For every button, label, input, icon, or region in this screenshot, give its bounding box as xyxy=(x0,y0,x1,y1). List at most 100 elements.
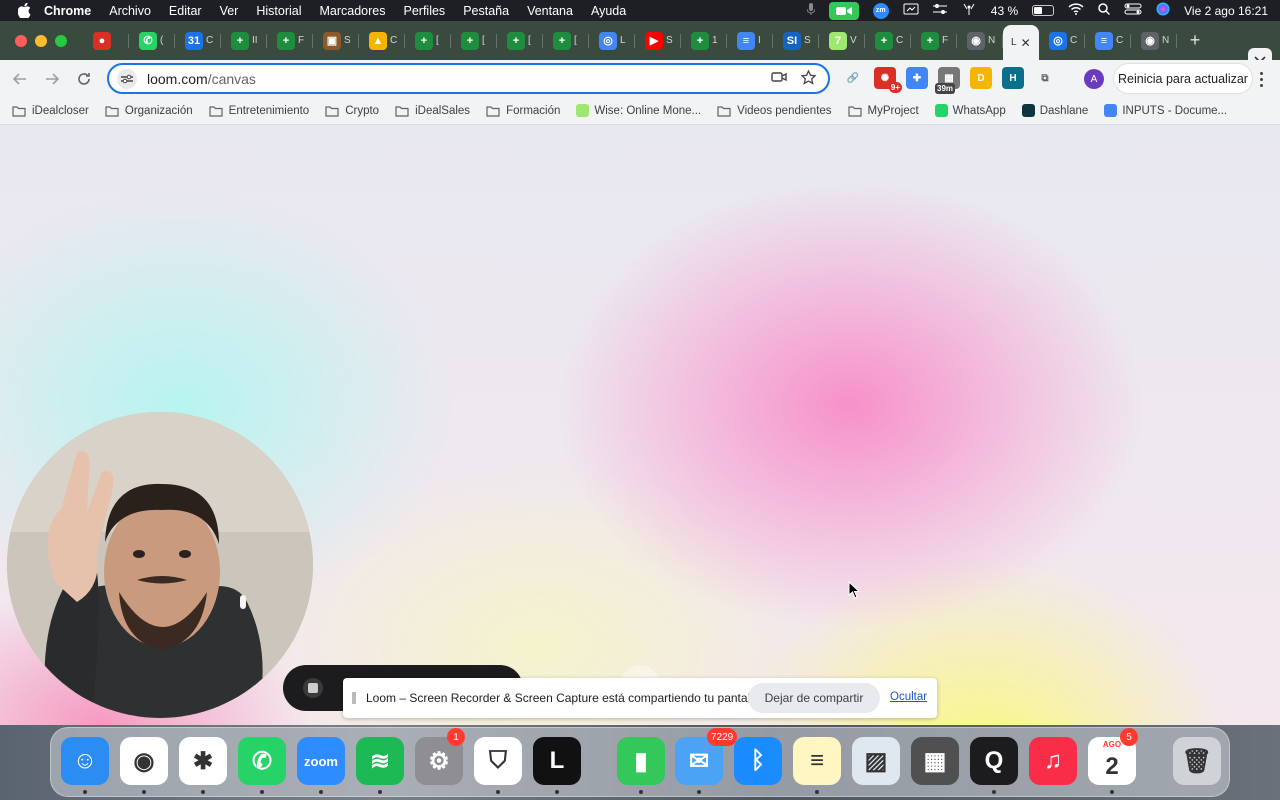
bookmark-3[interactable]: Crypto xyxy=(325,105,379,117)
profile-avatar[interactable]: A xyxy=(1084,69,1104,89)
trash-icon[interactable]: 🗑 xyxy=(1173,737,1221,785)
extension-icon-1[interactable]: ✺ 9+ xyxy=(874,67,902,93)
site-settings-icon[interactable] xyxy=(117,68,137,89)
extension-icon-4[interactable]: D xyxy=(970,67,992,89)
music-icon[interactable]: ♫ xyxy=(1029,737,1077,785)
tab-2[interactable]: 31 C xyxy=(175,27,221,55)
preview-icon[interactable]: ▨ xyxy=(852,737,900,785)
extension-icon-5[interactable]: H xyxy=(1002,67,1024,89)
control-sliders-icon[interactable] xyxy=(932,3,947,18)
minimize-window-button[interactable] xyxy=(35,34,47,47)
zoom-menubar-icon[interactable]: zm xyxy=(872,2,889,19)
chrome-icon[interactable]: ◉ xyxy=(120,737,168,785)
wifi-icon[interactable] xyxy=(1068,3,1084,18)
numbers-icon[interactable]: ▮ xyxy=(617,737,665,785)
calculator-icon[interactable]: ▦ xyxy=(911,737,959,785)
tab-17[interactable]: + C xyxy=(865,27,911,55)
microphone-icon[interactable] xyxy=(806,3,816,18)
tab-8[interactable]: +[ xyxy=(451,27,497,55)
bookmark-5[interactable]: Formación xyxy=(486,105,560,117)
bluetooth-icon[interactable]: ᛒ xyxy=(734,737,782,785)
menu-marcadores[interactable]: Marcadores xyxy=(320,4,386,18)
menu-app-name[interactable]: Chrome xyxy=(44,4,91,18)
tab-0[interactable]: ● xyxy=(83,27,129,55)
tab-22[interactable]: ≡ C xyxy=(1085,27,1131,55)
bookmark-1[interactable]: Organización xyxy=(105,105,193,117)
screen-mirroring-icon[interactable] xyxy=(903,3,919,18)
notes-icon[interactable]: ≡ xyxy=(793,737,841,785)
finder-icon[interactable]: ☺ xyxy=(61,737,109,785)
chrome-menu-icon[interactable] xyxy=(1255,69,1267,89)
menu-pestana[interactable]: Pestaña xyxy=(463,4,509,18)
menu-ayuda[interactable]: Ayuda xyxy=(591,4,626,18)
bookmark-0[interactable]: iDealcloser xyxy=(12,105,89,117)
spotify-icon[interactable]: ≋ xyxy=(356,737,404,785)
bookmark-10[interactable]: Dashlane xyxy=(1021,104,1088,117)
menu-perfiles[interactable]: Perfiles xyxy=(404,4,446,18)
camera-in-use-icon[interactable] xyxy=(771,70,787,90)
quicktime-icon[interactable]: Q xyxy=(970,737,1018,785)
close-window-button[interactable] xyxy=(15,34,27,47)
tab-6[interactable]: ▲ C xyxy=(359,27,405,55)
tab-16[interactable]: 7V xyxy=(819,27,865,55)
control-center-icon[interactable] xyxy=(1124,3,1142,18)
back-button[interactable] xyxy=(8,67,32,91)
menu-archivo[interactable]: Archivo xyxy=(109,4,151,18)
menubar-clock[interactable]: Vie 2 ago 16:21 xyxy=(1184,4,1268,18)
loom-app-icon[interactable]: L xyxy=(533,737,581,785)
hide-notice-link[interactable]: Ocultar xyxy=(890,691,927,703)
drag-handle-icon[interactable] xyxy=(352,692,356,704)
tab-4[interactable]: + F xyxy=(267,27,313,55)
tab-19[interactable]: ◉ N xyxy=(957,27,1003,55)
tab-1[interactable]: ✆( xyxy=(129,27,175,55)
tab-7[interactable]: +[ xyxy=(405,27,451,55)
bookmark-4[interactable]: iDealSales xyxy=(395,105,470,117)
bookmark-8[interactable]: MyProject xyxy=(847,105,919,117)
bookmark-2[interactable]: Entretenimiento xyxy=(209,105,309,117)
tab-10[interactable]: +[ xyxy=(543,27,589,55)
bookmark-star-icon[interactable] xyxy=(800,69,817,90)
bookmark-9[interactable]: WhatsApp xyxy=(934,104,1006,117)
menu-historial[interactable]: Historial xyxy=(256,4,301,18)
zoom-window-button[interactable] xyxy=(55,34,67,47)
tab-active-loom[interactable]: L ✕ xyxy=(1003,25,1039,60)
tab-3[interactable]: + II xyxy=(221,27,267,55)
tab-9[interactable]: +[ xyxy=(497,27,543,55)
tab-21[interactable]: ◎ C xyxy=(1039,27,1085,55)
tab-18[interactable]: + F xyxy=(911,27,957,55)
tab-close-icon[interactable]: ✕ xyxy=(1021,36,1031,50)
tab-12[interactable]: ▶ S xyxy=(635,27,681,55)
whatsapp-icon[interactable]: ✆ xyxy=(238,737,286,785)
wireless-hotspot-icon[interactable] xyxy=(961,3,977,18)
video-camera-in-use-icon[interactable] xyxy=(828,1,859,20)
extension-icon-3[interactable]: ▦ 39m xyxy=(935,67,960,94)
menu-ventana[interactable]: Ventana xyxy=(527,4,573,18)
forward-button[interactable] xyxy=(40,67,64,91)
siri-icon[interactable] xyxy=(1156,2,1170,19)
bookmark-6[interactable]: Wise: Online Mone... xyxy=(576,104,701,117)
tab-11[interactable]: ◎ L xyxy=(589,27,635,55)
security-shield-icon[interactable]: ⛉ xyxy=(474,737,522,785)
apple-menu-icon[interactable] xyxy=(16,3,32,19)
tab-14[interactable]: ≡ I xyxy=(727,27,773,55)
stop-recording-button[interactable] xyxy=(303,678,323,698)
tab-15[interactable]: SI S xyxy=(773,27,819,55)
tab-13[interactable]: +1 xyxy=(681,27,727,55)
bookmark-7[interactable]: Videos pendientes xyxy=(717,105,832,117)
webcam-bubble[interactable] xyxy=(7,412,313,718)
new-tab-button[interactable]: + xyxy=(1183,29,1207,53)
extension-icon-2[interactable]: ✚ xyxy=(906,67,928,89)
address-bar[interactable]: loom.com/canvas xyxy=(107,63,830,94)
stop-sharing-button[interactable]: Dejar de compartir xyxy=(748,683,880,713)
tab-5[interactable]: ▣ S xyxy=(313,27,359,55)
tab-23[interactable]: ◉ N xyxy=(1131,27,1177,55)
spotlight-search-icon[interactable] xyxy=(1098,3,1111,18)
bookmark-11[interactable]: INPUTS - Docume... xyxy=(1104,104,1227,117)
battery-icon[interactable] xyxy=(1032,5,1055,16)
zoom-icon[interactable]: zoom xyxy=(297,737,345,785)
slack-icon[interactable]: ✱ xyxy=(179,737,227,785)
restart-to-update-button[interactable]: Reinicia para actualizar xyxy=(1113,63,1253,94)
menu-editar[interactable]: Editar xyxy=(169,4,202,18)
extension-icon-6[interactable]: ⧉ xyxy=(1034,67,1056,89)
menu-ver[interactable]: Ver xyxy=(220,4,239,18)
